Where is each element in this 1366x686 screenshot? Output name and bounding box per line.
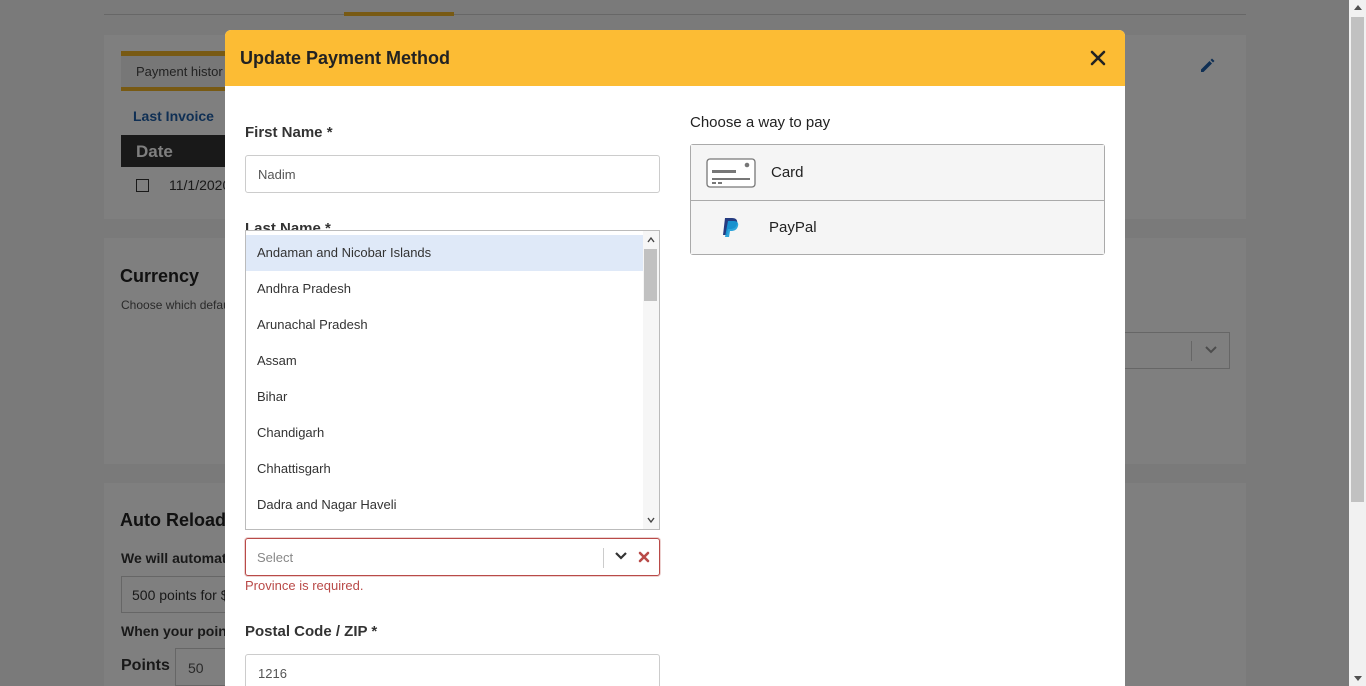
chevron-down-icon[interactable] (614, 551, 628, 561)
province-option[interactable]: Andhra Pradesh (246, 271, 644, 307)
scroll-up-arrow-icon[interactable] (1354, 5, 1362, 10)
province-option[interactable]: Chhattisgarh (246, 451, 644, 487)
province-option[interactable]: Assam (246, 343, 644, 379)
dropdown-scrollbar[interactable] (643, 231, 659, 529)
province-select[interactable]: Select (245, 538, 660, 576)
province-option[interactable]: Chandigarh (246, 415, 644, 451)
pay-option-card[interactable]: Card (691, 145, 1104, 200)
close-icon[interactable] (1090, 50, 1106, 66)
modal-title: Update Payment Method (240, 47, 451, 68)
dropdown-scrollbar-thumb[interactable] (644, 249, 657, 301)
payment-method-title: Choose a way to pay (690, 114, 831, 131)
province-option[interactable]: Andaman and Nicobar Islands (246, 235, 644, 271)
modal-header: Update Payment Method (225, 30, 1125, 86)
province-options: Andaman and Nicobar Islands Andhra Prade… (246, 235, 644, 523)
province-option[interactable]: Dadra and Nagar Haveli (246, 487, 644, 523)
postal-code-field[interactable] (245, 654, 660, 686)
pay-option-paypal-label: PayPal (769, 219, 817, 236)
first-name-field[interactable] (245, 155, 660, 193)
postal-code-label: Postal Code / ZIP * (245, 623, 378, 640)
pay-option-card-label: Card (771, 164, 804, 181)
province-select-placeholder: Select (257, 550, 294, 565)
province-option[interactable]: Bihar (246, 379, 644, 415)
scroll-down-arrow-icon[interactable] (1354, 676, 1362, 681)
province-error: Province is required. (245, 578, 364, 593)
clear-icon[interactable] (637, 550, 651, 564)
chevron-up-icon[interactable] (647, 236, 655, 244)
province-option[interactable]: Arunachal Pradesh (246, 307, 644, 343)
province-dropdown-list[interactable]: Andaman and Nicobar Islands Andhra Prade… (245, 230, 660, 530)
credit-card-icon (706, 157, 756, 188)
chevron-down-icon[interactable] (647, 516, 655, 524)
close-button[interactable] (1086, 46, 1110, 70)
scrollbar-thumb[interactable] (1351, 17, 1364, 502)
page-scrollbar[interactable] (1349, 0, 1366, 686)
first-name-label: First Name * (245, 124, 333, 141)
pay-option-paypal[interactable]: PayPal (691, 200, 1104, 254)
select-separator (603, 548, 604, 568)
paypal-icon (723, 217, 739, 237)
payment-options: Card PayPal (690, 144, 1105, 255)
update-payment-modal: Update Payment Method First Name * Last … (225, 30, 1125, 686)
